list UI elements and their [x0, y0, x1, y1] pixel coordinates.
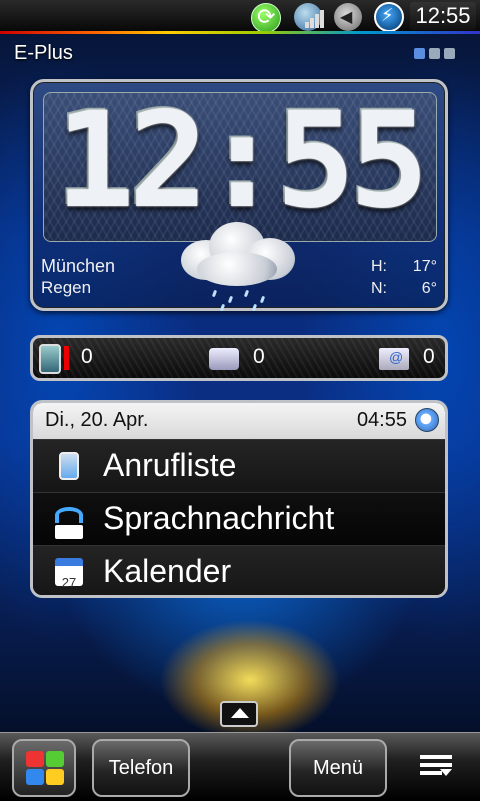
- start-logo-tile: [26, 769, 44, 785]
- missed-call-icon: [39, 344, 69, 374]
- voicemail-icon: [55, 507, 83, 539]
- status-time: 12:55: [410, 2, 476, 30]
- sound-icon: [334, 3, 362, 31]
- sms-count: 0: [253, 345, 265, 368]
- status-bar[interactable]: 12:55: [0, 0, 480, 34]
- high-value: 17°: [412, 258, 437, 275]
- phone-button[interactable]: Telefon: [92, 739, 190, 797]
- agenda-header: Di., 20. Apr. 04:55: [33, 403, 445, 439]
- list-item-sprachnachricht[interactable]: Sprachnachricht: [33, 492, 445, 546]
- alarm-time[interactable]: 04:55: [357, 409, 407, 432]
- page-dot: [429, 48, 440, 59]
- page-dot: [414, 48, 425, 59]
- list-item-kalender[interactable]: 27 Kalender: [33, 545, 445, 595]
- weather-high: H: 17°: [371, 258, 437, 276]
- start-logo-tile: [46, 751, 64, 767]
- weather-low: N: 6°: [371, 280, 437, 298]
- notification-bar[interactable]: 0 0 0: [30, 335, 448, 381]
- low-value: 6°: [421, 280, 437, 297]
- weather-city: München: [41, 256, 116, 276]
- phone-icon: [59, 452, 79, 480]
- missed-calls-count: 0: [81, 345, 93, 368]
- email-item[interactable]: 0: [379, 343, 449, 375]
- list-item-anrufliste[interactable]: Anrufliste: [33, 439, 445, 493]
- dock: Telefon Menü: [0, 732, 480, 801]
- sms-item[interactable]: 0: [209, 343, 309, 375]
- list-item-label: Kalender: [103, 553, 232, 589]
- agenda-widget[interactable]: Di., 20. Apr. 04:55 Anrufliste Sprachnac…: [30, 400, 448, 598]
- signal-icon: [305, 8, 325, 28]
- calendar-icon: 27: [55, 558, 83, 590]
- page-indicator: [414, 46, 459, 64]
- missed-calls-item[interactable]: 0: [39, 343, 139, 375]
- clock-weather-widget[interactable]: 12:55 München Regen H: 17° N: 6°: [30, 79, 448, 312]
- start-logo-tile: [26, 751, 44, 767]
- clock-time[interactable]: 12:55: [43, 86, 435, 236]
- lightning-icon: [374, 2, 404, 32]
- low-label: N:: [371, 280, 387, 297]
- agenda-date: Di., 20. Apr.: [45, 409, 149, 431]
- menu-button[interactable]: Menü: [289, 739, 387, 797]
- alarm-clock-icon[interactable]: [415, 408, 439, 432]
- carrier-label: E-Plus: [14, 42, 73, 64]
- list-item-label: Sprachnachricht: [103, 500, 335, 536]
- high-label: H:: [371, 258, 387, 275]
- weather-condition: Regen: [41, 278, 92, 297]
- list-item-label: Anrufliste: [103, 447, 237, 483]
- menu-list-icon[interactable]: [420, 755, 452, 779]
- rain-cloud-icon: [173, 218, 303, 312]
- status-rainbow-line: [0, 31, 480, 34]
- start-button[interactable]: [12, 739, 76, 797]
- sms-icon: [209, 348, 239, 370]
- email-count: 0: [423, 345, 435, 368]
- start-logo-tile: [46, 769, 64, 785]
- email-icon: [379, 348, 409, 370]
- sync-icon: [251, 3, 281, 33]
- app-drawer-handle[interactable]: [220, 701, 258, 727]
- page-dot: [444, 48, 455, 59]
